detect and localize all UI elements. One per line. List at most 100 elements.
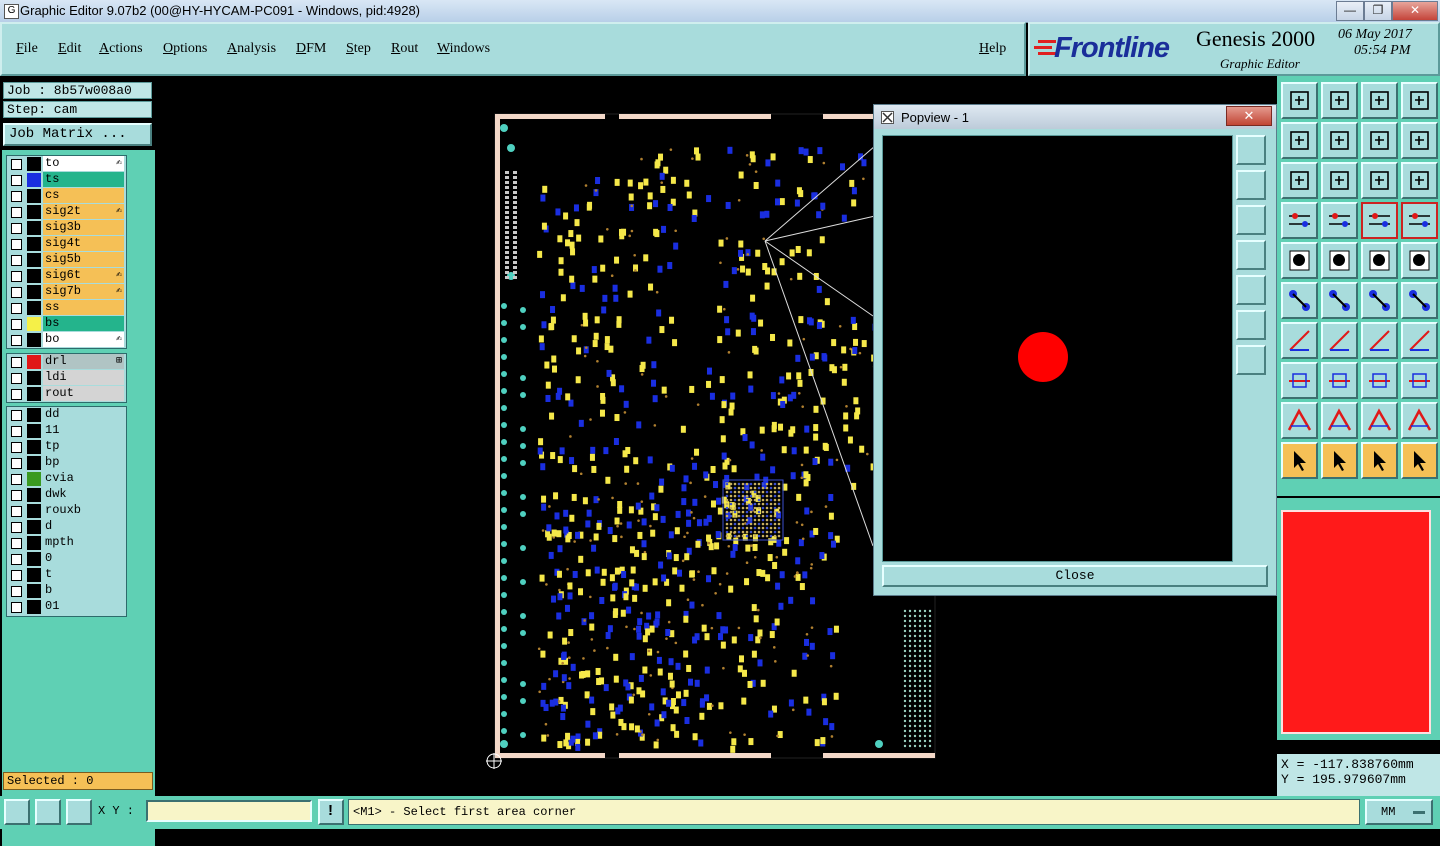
- zoom-home-icon[interactable]: [1281, 82, 1318, 119]
- popview-pan-right-icon[interactable]: [1236, 275, 1266, 305]
- layer-name[interactable]: t: [43, 567, 124, 582]
- layer-color-swatch[interactable]: [27, 237, 41, 251]
- layer-color-swatch[interactable]: [27, 371, 41, 385]
- add-pad-icon[interactable]: [1281, 242, 1318, 279]
- layer-row-sig5b[interactable]: sig5b: [7, 252, 126, 268]
- layer-row-b[interactable]: b: [7, 583, 126, 599]
- layer-name[interactable]: rouxb: [43, 503, 124, 518]
- layer-row-rouxb[interactable]: rouxb: [7, 503, 126, 519]
- layer-color-swatch[interactable]: [27, 568, 41, 582]
- layer-name[interactable]: sig6t ✍: [43, 268, 124, 283]
- layer-checkbox[interactable]: [11, 357, 22, 368]
- alert-icon[interactable]: !: [318, 799, 344, 825]
- layer-color-swatch[interactable]: [27, 536, 41, 550]
- zoom-ratio-icon[interactable]: [1361, 122, 1398, 159]
- menu-windows[interactable]: Windows: [437, 41, 490, 57]
- units-selector[interactable]: MM: [1365, 799, 1433, 825]
- popview-canvas[interactable]: [882, 135, 1233, 562]
- layer-name[interactable]: drl ⊞: [43, 354, 124, 369]
- layer-name[interactable]: cvia: [43, 471, 124, 486]
- layer-row-cs[interactable]: cs: [7, 188, 126, 204]
- layer-color-swatch[interactable]: [27, 355, 41, 369]
- line-icon[interactable]: [1321, 322, 1358, 359]
- ruler-icon[interactable]: [1361, 242, 1398, 279]
- layer-row-sig3b[interactable]: sig3b: [7, 220, 126, 236]
- layer-checkbox[interactable]: [11, 522, 22, 533]
- pan-right-icon[interactable]: [1321, 122, 1358, 159]
- menu-file[interactable]: File: [16, 41, 38, 57]
- layer-checkbox[interactable]: [11, 389, 22, 400]
- menu-help[interactable]: Help: [979, 41, 1006, 57]
- xy-input[interactable]: [146, 800, 312, 822]
- layer-checkbox[interactable]: [11, 554, 22, 565]
- grid-mode-icon[interactable]: [66, 799, 92, 825]
- layer-row-t[interactable]: t: [7, 567, 126, 583]
- select-net-icon[interactable]: [1401, 442, 1438, 479]
- layer-color-swatch[interactable]: [27, 584, 41, 598]
- layer-name[interactable]: sig4t: [43, 236, 124, 251]
- layer-name[interactable]: 11: [43, 423, 124, 438]
- one-to-two-icon[interactable]: [1361, 162, 1398, 199]
- center-icon[interactable]: [1321, 162, 1358, 199]
- layer-color-swatch[interactable]: [27, 440, 41, 454]
- layer-name[interactable]: mpth: [43, 535, 124, 550]
- job-matrix-button[interactable]: Job Matrix ...: [3, 123, 152, 146]
- popview-zoom-out-icon[interactable]: [1236, 205, 1266, 235]
- layer-name[interactable]: dwk: [43, 487, 124, 502]
- triangle-icon[interactable]: [1281, 402, 1318, 439]
- layer-checkbox[interactable]: [11, 570, 22, 581]
- menu-dfm[interactable]: DFM: [296, 41, 326, 57]
- snap-mode-icon[interactable]: [4, 799, 30, 825]
- resize-icon[interactable]: [1361, 362, 1398, 399]
- layer-row-d[interactable]: d: [7, 519, 126, 535]
- layer-checkbox[interactable]: [11, 303, 22, 314]
- popview-zoom-in-icon[interactable]: [1236, 170, 1266, 200]
- layer-color-swatch[interactable]: [27, 173, 41, 187]
- layer-color-swatch[interactable]: [27, 387, 41, 401]
- layer-checkbox[interactable]: [11, 410, 22, 421]
- help-icon[interactable]: [1401, 162, 1438, 199]
- zoom-in-icon[interactable]: [1321, 82, 1358, 119]
- layer-color-swatch[interactable]: [27, 253, 41, 267]
- layer-color-swatch[interactable]: [27, 520, 41, 534]
- layer-name[interactable]: sig2t ✍: [43, 204, 124, 219]
- home-icon[interactable]: [1361, 82, 1398, 119]
- layer-checkbox[interactable]: [11, 586, 22, 597]
- layer-checkbox[interactable]: [11, 335, 22, 346]
- menu-actions[interactable]: Actions: [99, 41, 143, 57]
- layer-checkbox[interactable]: [11, 191, 22, 202]
- layer-name[interactable]: ts: [43, 172, 124, 187]
- menu-step[interactable]: Step: [346, 41, 371, 57]
- menu-rout[interactable]: Rout: [391, 41, 418, 57]
- layer-name[interactable]: cs: [43, 188, 124, 203]
- layer-row-sig2t[interactable]: sig2t ✍: [7, 204, 126, 220]
- layer-name[interactable]: d: [43, 519, 124, 534]
- layer-name[interactable]: to ✍: [43, 156, 124, 171]
- layer-row-01[interactable]: 01: [7, 599, 126, 615]
- menu-analysis[interactable]: Analysis: [227, 41, 276, 57]
- layer-row-bo[interactable]: bo ✍: [7, 332, 126, 348]
- group-icon[interactable]: [1401, 362, 1438, 399]
- layer-color-swatch[interactable]: [27, 424, 41, 438]
- layer-name[interactable]: sig5b: [43, 252, 124, 267]
- layer-name[interactable]: sig7b ✍: [43, 284, 124, 299]
- select-polygon-icon[interactable]: [1361, 442, 1398, 479]
- layer-checkbox[interactable]: [11, 239, 22, 250]
- layer-row-rout[interactable]: rout: [7, 386, 126, 402]
- maximize-button[interactable]: ❐: [1364, 1, 1392, 21]
- layer-row-sig6t[interactable]: sig6t ✍: [7, 268, 126, 284]
- layer-color-swatch[interactable]: [27, 456, 41, 470]
- menu-options[interactable]: Options: [163, 41, 207, 57]
- layer-color-swatch[interactable]: [27, 221, 41, 235]
- layer-name[interactable]: bo ✍: [43, 332, 124, 347]
- layer-row-sig4t[interactable]: sig4t: [7, 236, 126, 252]
- layer-checkbox[interactable]: [11, 442, 22, 453]
- delete-icon[interactable]: [1321, 282, 1358, 319]
- layer-row-drl[interactable]: drl ⊞: [7, 354, 126, 370]
- layer-color-swatch[interactable]: [27, 189, 41, 203]
- layer-checkbox[interactable]: [11, 287, 22, 298]
- layer-row-to[interactable]: to ✍: [7, 156, 126, 172]
- popview-close-button[interactable]: Close: [882, 565, 1268, 587]
- layer-name[interactable]: ldi: [43, 370, 124, 385]
- layer-checkbox[interactable]: [11, 373, 22, 384]
